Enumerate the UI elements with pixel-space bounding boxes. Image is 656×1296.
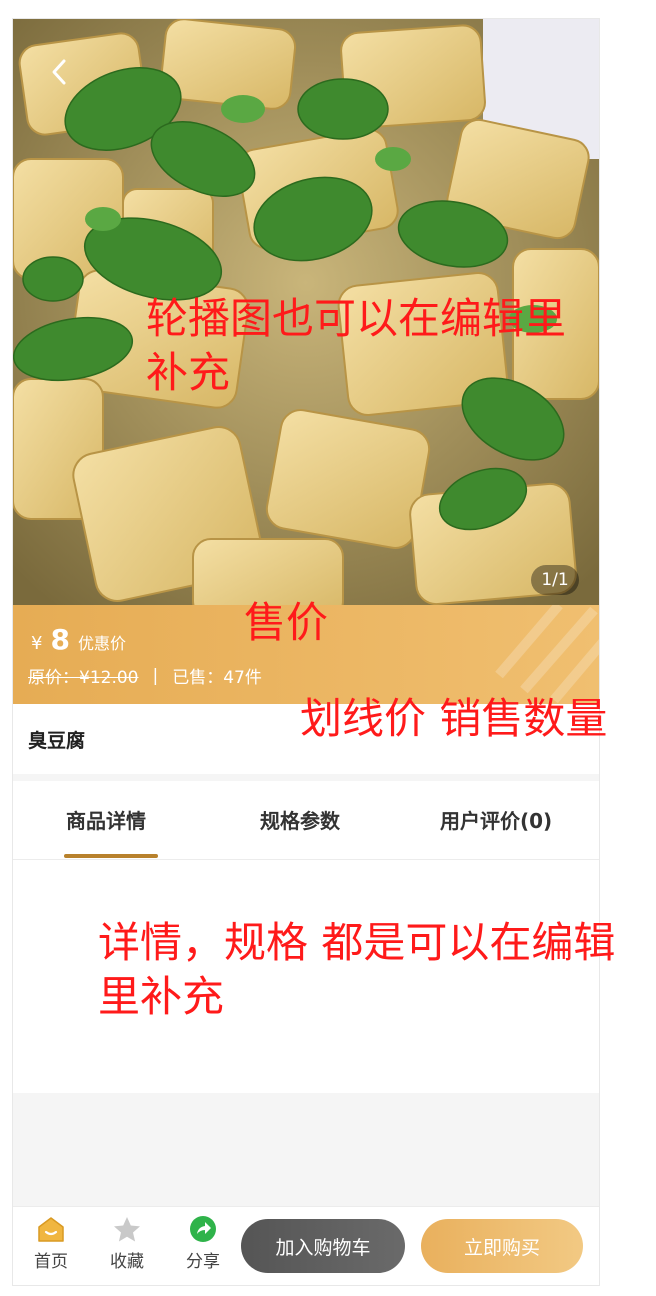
nav-home[interactable]: 首页 bbox=[21, 1215, 81, 1272]
annotation-detail: 详情，规格 都是可以在编辑里补充 bbox=[98, 918, 616, 1021]
nav-share[interactable]: 分享 bbox=[173, 1215, 233, 1272]
price-row: ¥ 8 优惠价 bbox=[31, 623, 126, 656]
original-price: 原价：¥12.00 bbox=[28, 668, 139, 688]
nav-share-label: 分享 bbox=[186, 1252, 220, 1272]
tab-spec-params[interactable]: 规格参数 bbox=[260, 805, 340, 834]
carousel-indicator: 1/1 bbox=[531, 565, 579, 595]
annotation-carousel: 轮播图也可以在编辑里补充 bbox=[146, 294, 567, 397]
price-tag: 优惠价 bbox=[77, 634, 126, 653]
tab-user-reviews[interactable]: 用户评价(0) bbox=[440, 805, 552, 834]
tab-goods-detail[interactable]: 商品详情 bbox=[66, 805, 146, 834]
add-to-cart-button[interactable]: 加入购物车 bbox=[241, 1219, 405, 1273]
currency-symbol: ¥ bbox=[31, 633, 43, 654]
divider: | bbox=[152, 665, 159, 686]
nav-favorite-label: 收藏 bbox=[110, 1252, 144, 1272]
stripe-decoration bbox=[495, 605, 599, 704]
chevron-left-icon[interactable] bbox=[47, 57, 71, 87]
active-tab-indicator bbox=[64, 854, 158, 858]
star-icon bbox=[114, 1217, 140, 1242]
annotation-strike-sales: 划线价 销售数量 bbox=[300, 694, 608, 743]
goods-name: 臭豆腐 bbox=[28, 730, 86, 752]
buy-now-button[interactable]: 立即购买 bbox=[421, 1219, 583, 1273]
sold-count: 已售：47件 bbox=[172, 668, 262, 688]
home-icon bbox=[38, 1217, 64, 1242]
sale-price: 8 bbox=[50, 623, 70, 656]
nav-home-label: 首页 bbox=[34, 1252, 68, 1272]
share-icon bbox=[190, 1216, 216, 1242]
bottom-bar: 首页 收藏 分享 加入购物车 立即购买 bbox=[13, 1206, 599, 1285]
annotation-price: 售价 bbox=[244, 598, 329, 647]
detail-tabs: 商品详情 规格参数 用户评价(0) bbox=[13, 781, 599, 860]
sale-info-row: 原价：¥12.00 | 已售：47件 bbox=[28, 663, 262, 689]
phone-frame: 1/1 ¥ 8 优惠价 原价：¥12.00 | 已售：47件 臭豆腐 商品详情 … bbox=[12, 18, 600, 1286]
nav-favorite[interactable]: 收藏 bbox=[97, 1215, 157, 1272]
